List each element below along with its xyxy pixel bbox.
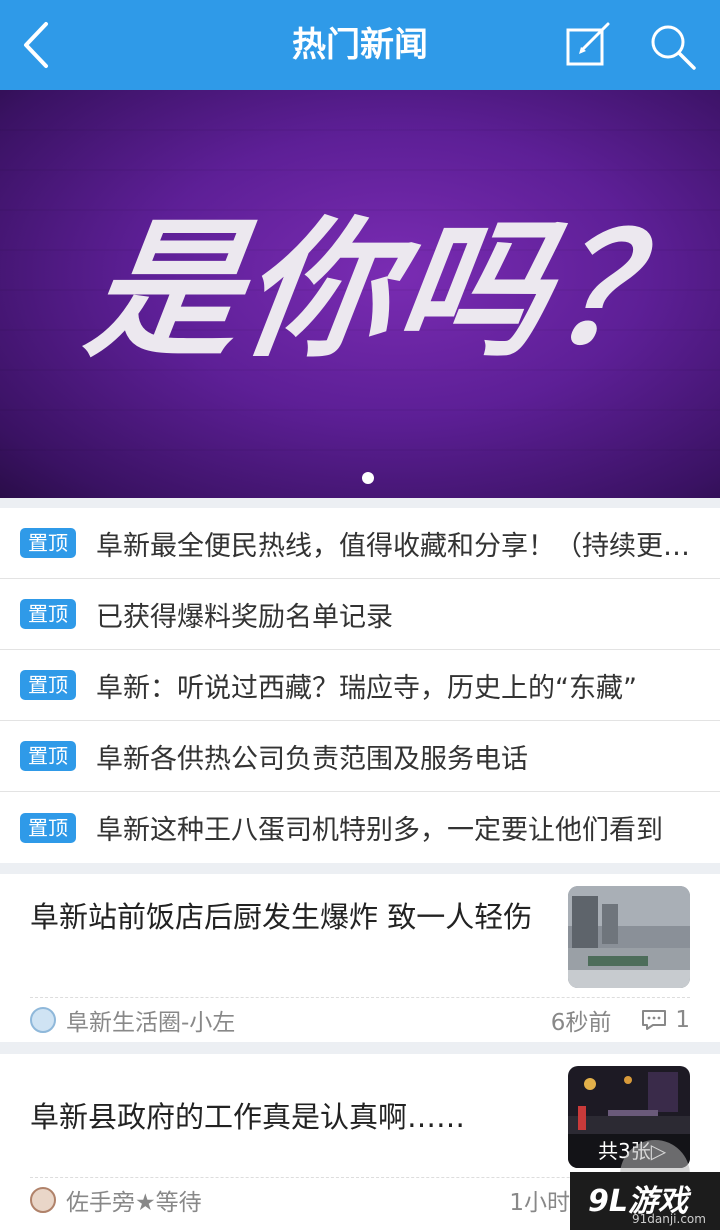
card-divider bbox=[30, 997, 690, 998]
search-button[interactable] bbox=[646, 20, 700, 72]
compose-button[interactable] bbox=[562, 20, 614, 70]
banner-headline: 是你吗？ bbox=[77, 202, 719, 378]
author-name[interactable]: 佐手旁★等待 bbox=[66, 1183, 509, 1217]
post-time: 6秒前 bbox=[550, 1010, 612, 1036]
search-icon bbox=[651, 25, 696, 70]
pinned-title: 阜新：听说过西藏？瑞应寺，历史上的“东藏” bbox=[96, 672, 637, 704]
list-item[interactable]: 置顶 阜新最全便民热线，值得收藏和分享！（持续更新） bbox=[0, 508, 720, 579]
watermark-url: 91danji.com bbox=[632, 1212, 706, 1226]
pinned-list: 置顶 阜新最全便民热线，值得收藏和分享！（持续更新） 置顶 已获得爆料奖励名单记… bbox=[0, 508, 720, 863]
pinned-title: 阜新这种王八蛋司机特别多，一定要让他们看到 bbox=[96, 815, 663, 846]
comment-icon bbox=[642, 1010, 667, 1030]
post-time: 1小时 bbox=[509, 1190, 570, 1216]
comment-count[interactable]: 1 bbox=[641, 1007, 690, 1033]
author-name[interactable]: 阜新生活圈-小左 bbox=[66, 1003, 551, 1037]
avatar[interactable] bbox=[30, 1187, 56, 1213]
news-title: 阜新县政府的工作真是认真啊…… bbox=[30, 1100, 466, 1134]
news-thumbnail bbox=[568, 886, 690, 988]
news-title: 阜新站前饭店后厨发生爆炸 致一人轻伤 bbox=[30, 900, 533, 934]
pinned-title: 阜新最全便民热线，值得收藏和分享！（持续更新） bbox=[96, 530, 696, 562]
comment-count-value: 1 bbox=[675, 1007, 690, 1033]
top-bar: 热门新闻 bbox=[0, 0, 720, 90]
hero-banner[interactable]: 是你吗？ bbox=[0, 90, 720, 498]
pinned-badge: 置顶 bbox=[20, 528, 76, 558]
pinned-title: 阜新各供热公司负责范围及服务电话 bbox=[96, 743, 528, 775]
list-item[interactable]: 置顶 已获得爆料奖励名单记录 bbox=[0, 579, 720, 650]
news-card[interactable]: 阜新站前饭店后厨发生爆炸 致一人轻伤 阜新生活圈-小左 6秒前 1 bbox=[0, 874, 720, 1042]
news-meta: 阜新生活圈-小左 6秒前 1 bbox=[30, 1000, 690, 1040]
pinned-badge: 置顶 bbox=[20, 599, 76, 629]
pinned-title: 已获得爆料奖励名单记录 bbox=[96, 601, 393, 633]
pinned-badge: 置顶 bbox=[20, 670, 76, 700]
list-item[interactable]: 置顶 阜新各供热公司负责范围及服务电话 bbox=[0, 721, 720, 792]
list-item[interactable]: 置顶 阜新：听说过西藏？瑞应寺，历史上的“东藏” bbox=[0, 650, 720, 721]
pinned-badge: 置顶 bbox=[20, 812, 76, 843]
pinned-badge: 置顶 bbox=[20, 741, 76, 771]
carousel-indicator[interactable] bbox=[362, 472, 374, 484]
watermark: 9L游戏 91danji.com bbox=[570, 1172, 720, 1230]
avatar[interactable] bbox=[30, 1007, 56, 1033]
edit-icon bbox=[566, 22, 610, 66]
list-item[interactable]: 置顶 阜新这种王八蛋司机特别多，一定要让他们看到 bbox=[0, 792, 720, 863]
